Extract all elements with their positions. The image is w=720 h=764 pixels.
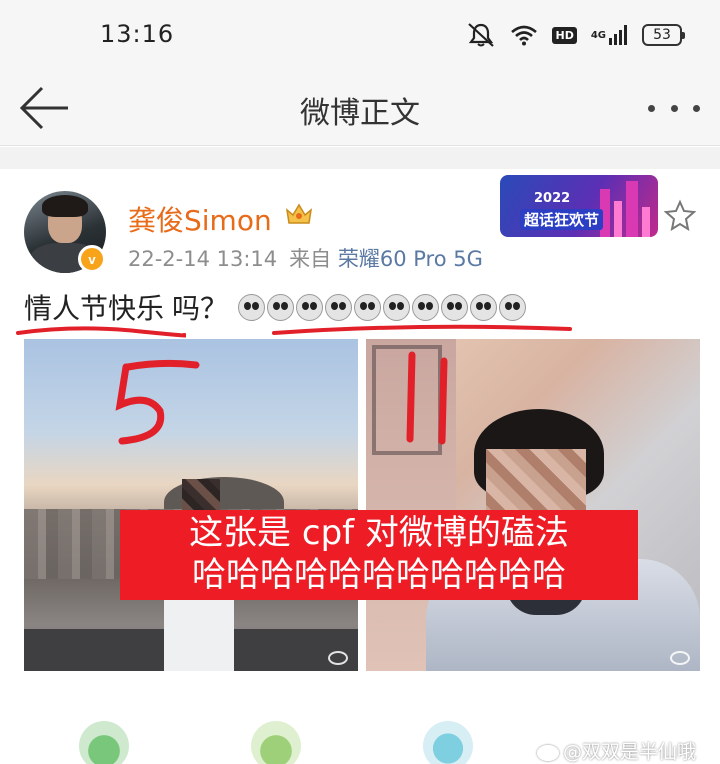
more-dots-icon[interactable]	[648, 90, 700, 126]
weibo-logo-icon	[536, 744, 559, 761]
share-icon	[79, 721, 129, 764]
comment-icon	[251, 721, 301, 764]
weibo-watermark-icon	[328, 651, 348, 665]
handwritten-number-left: 5	[108, 355, 204, 455]
status-icons: HD 4G 53	[466, 22, 685, 48]
crown-icon	[284, 201, 314, 231]
status-bar: 13:16 HD 4G 53	[0, 0, 720, 70]
red-caption-overlay: 这张是 cpf 对微博的磕法 哈哈哈哈哈哈哈哈哈哈哈	[120, 510, 638, 600]
weibo-post: v 龚俊Simon 22-2-14 13:14 来自 荣耀60 Pro 5G 20…	[0, 169, 720, 764]
panda-emoji-icon	[267, 293, 295, 321]
panda-emoji-icon	[296, 293, 324, 321]
status-time: 13:16	[100, 20, 175, 48]
star-icon[interactable]	[663, 199, 697, 235]
like-button[interactable]	[408, 721, 488, 764]
handwritten-number-right: 1	[398, 345, 458, 449]
emoji-row	[238, 293, 527, 321]
share-button[interactable]	[64, 721, 144, 764]
top-navbar: 微博正文	[0, 70, 720, 146]
panda-emoji-icon	[325, 293, 353, 321]
mute-icon	[466, 22, 496, 48]
caption-line-1: 这张是 cpf 对微博的磕法	[189, 513, 569, 553]
hd-icon: HD	[552, 26, 577, 44]
user-name[interactable]: 龚俊Simon	[128, 199, 272, 239]
weibo-watermark-icon	[670, 651, 690, 665]
post-timestamp: 22-2-14 13:14	[128, 247, 278, 271]
watermark: @双双是半仙哦	[536, 737, 696, 764]
source-prefix: 来自	[289, 247, 332, 271]
comment-button[interactable]	[236, 721, 316, 764]
section-divider	[0, 147, 720, 169]
post-meta: 22-2-14 13:14 来自 荣耀60 Pro 5G	[128, 243, 483, 273]
caption-line-2: 哈哈哈哈哈哈哈哈哈哈哈	[192, 555, 566, 595]
signal-4g-icon: 4G	[591, 24, 628, 46]
panda-emoji-icon	[441, 293, 469, 321]
panda-emoji-icon	[470, 293, 498, 321]
event-name: 超话狂欢节	[520, 209, 604, 230]
panda-emoji-icon	[499, 293, 527, 321]
event-year: 2022	[534, 191, 571, 206]
panda-emoji-icon	[354, 293, 382, 321]
wifi-icon	[510, 24, 538, 46]
event-banner[interactable]: 2022 超话狂欢节	[500, 175, 658, 237]
battery-icon: 53	[642, 24, 685, 46]
device-link[interactable]: 荣耀60 Pro 5G	[338, 247, 483, 271]
like-icon	[423, 721, 473, 764]
panda-emoji-icon	[383, 293, 411, 321]
panda-emoji-icon	[412, 293, 440, 321]
page-title: 微博正文	[300, 96, 420, 131]
panda-emoji-icon	[238, 293, 266, 321]
verified-badge-icon: v	[78, 245, 106, 273]
